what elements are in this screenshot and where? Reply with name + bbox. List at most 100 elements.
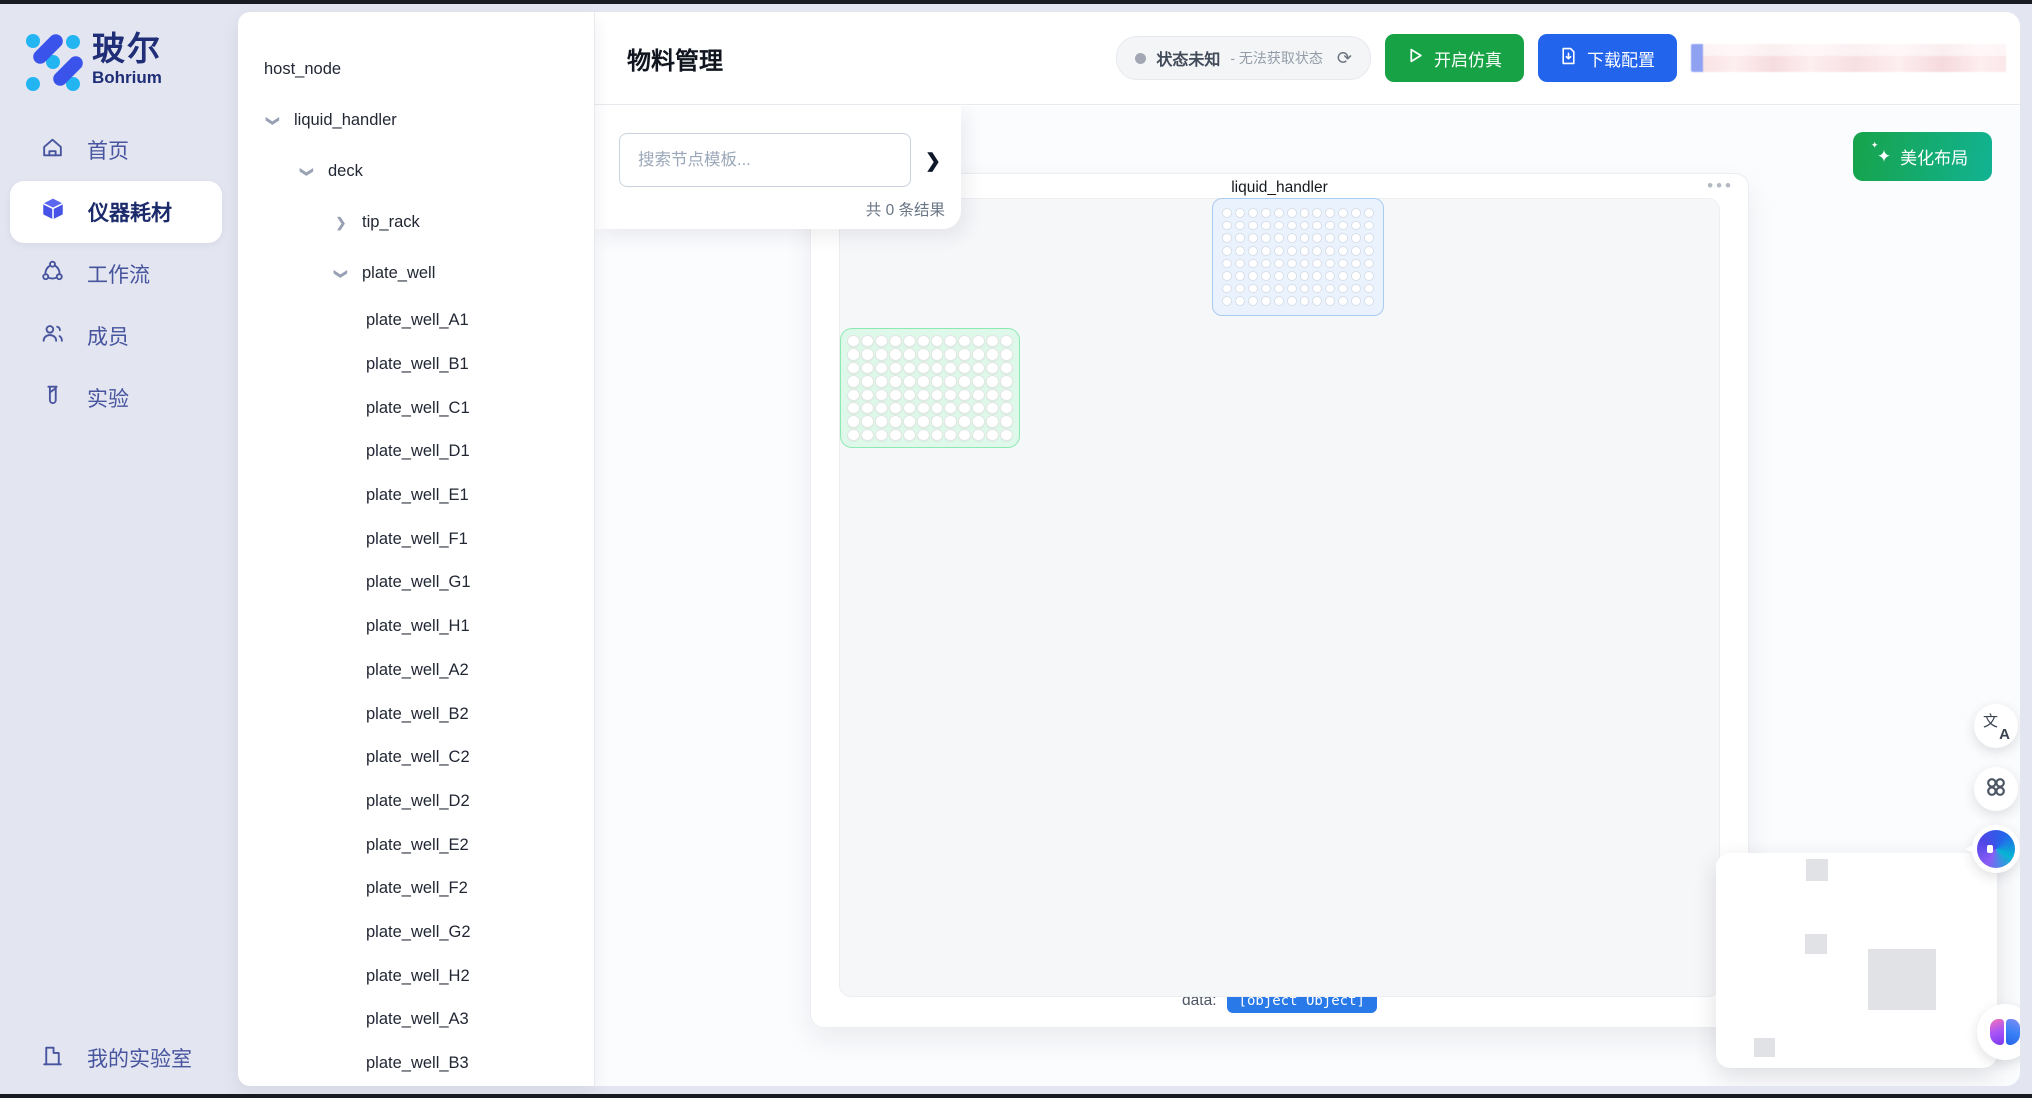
well-plate[interactable] bbox=[840, 328, 1020, 448]
robot-face-icon bbox=[1977, 830, 2015, 868]
tree-item[interactable]: plate_well_A1 bbox=[238, 299, 594, 343]
members-icon bbox=[40, 321, 65, 352]
tree-item[interactable]: host_node bbox=[238, 44, 594, 95]
tree-item[interactable]: plate_well_F2 bbox=[238, 867, 594, 911]
tree-item[interactable]: plate_well_C1 bbox=[238, 386, 594, 430]
minimap-node bbox=[1806, 859, 1828, 881]
tree-item-label: plate_well_H1 bbox=[366, 617, 470, 636]
tree-item[interactable]: plate_well_F1 bbox=[238, 517, 594, 561]
apps-grid-button[interactable] bbox=[1974, 767, 2018, 811]
apps-grid-icon bbox=[1983, 774, 2009, 805]
status-dot-icon bbox=[1135, 53, 1146, 64]
tree-item[interactable]: plate_well_C2 bbox=[238, 736, 594, 780]
sidebar-item-members[interactable]: 成员 bbox=[10, 305, 222, 367]
tree-item[interactable]: plate_well_D2 bbox=[238, 780, 594, 824]
tree-item-label: plate_well_C2 bbox=[366, 748, 470, 767]
tree-item[interactable]: plate_well_B2 bbox=[238, 692, 594, 736]
beautify-layout-button[interactable]: ✦ 美化布局 bbox=[1853, 132, 1992, 181]
tree-item[interactable]: ❯ deck bbox=[238, 146, 594, 197]
tree-chevron-icon[interactable]: ❯ bbox=[265, 110, 281, 132]
translate-icon: 文 A bbox=[1983, 713, 2009, 739]
tree-item[interactable]: plate_well_A2 bbox=[238, 649, 594, 693]
workflow-icon bbox=[40, 259, 65, 290]
tree-item[interactable]: plate_well_E2 bbox=[238, 823, 594, 867]
search-result-count: 共 0 条结果 bbox=[866, 198, 945, 220]
tree-item-label: host_node bbox=[264, 60, 341, 79]
tree-item-label: plate_well_A3 bbox=[366, 1010, 469, 1029]
sidebar-item-my-lab[interactable]: 我的实验室 bbox=[10, 1034, 222, 1082]
start-simulation-button[interactable]: 开启仿真 bbox=[1385, 34, 1524, 82]
translate-button[interactable]: 文 A bbox=[1974, 704, 2018, 748]
page-title: 物料管理 bbox=[627, 41, 723, 76]
tree-item[interactable]: plate_well_H1 bbox=[238, 605, 594, 649]
refresh-icon[interactable]: ⟳ bbox=[1337, 48, 1352, 69]
brand-name-cn: 玻尔 bbox=[92, 32, 162, 65]
tip-rack-plate[interactable] bbox=[1212, 198, 1384, 316]
tree-item[interactable]: ❯ liquid_handler bbox=[238, 95, 594, 146]
tree-chevron-icon[interactable]: ❯ bbox=[333, 263, 349, 285]
main-panel: 物料管理 状态未知 - 无法获取状态 ⟳ 开启仿真 下载配置 ❯ 共 0 条结果 bbox=[595, 12, 2020, 1086]
page-header: 物料管理 状态未知 - 无法获取状态 ⟳ 开启仿真 下载配置 bbox=[595, 12, 2020, 105]
node-menu-dots-icon[interactable]: ••• bbox=[1707, 176, 1734, 196]
collapse-panel-arrow-icon[interactable]: ❯ bbox=[925, 150, 941, 173]
tree-item-label: plate_well_H2 bbox=[366, 967, 470, 986]
tree-item[interactable]: plate_well_G1 bbox=[238, 561, 594, 605]
beautify-layout-label: 美化布局 bbox=[1900, 144, 1968, 169]
sidebar-item-label: 仪器耗材 bbox=[88, 197, 172, 227]
minimap[interactable] bbox=[1716, 853, 1997, 1068]
tree-item-label: plate_well_E2 bbox=[366, 836, 469, 855]
tree-item[interactable]: plate_well_E1 bbox=[238, 474, 594, 518]
tree-item[interactable]: ❯ tip_rack bbox=[238, 197, 594, 248]
tree-item-label: plate_well bbox=[362, 264, 435, 283]
tree-item[interactable]: plate_well_G2 bbox=[238, 911, 594, 955]
tree-item[interactable]: ❯ plate_well bbox=[238, 248, 594, 299]
tree-item-label: liquid_handler bbox=[294, 111, 397, 130]
ai-assistant-button[interactable] bbox=[1972, 825, 2020, 873]
sidebar-item-home[interactable]: 首页 bbox=[10, 119, 222, 181]
tree-chevron-icon[interactable]: ❯ bbox=[299, 161, 315, 183]
cube-icon bbox=[40, 196, 66, 228]
tree-item-label: tip_rack bbox=[362, 213, 420, 232]
status-badge[interactable]: 状态未知 - 无法获取状态 ⟳ bbox=[1116, 36, 1371, 80]
minimap-node bbox=[1868, 949, 1936, 1010]
template-search-panel: ❯ 共 0 条结果 bbox=[595, 106, 961, 229]
sidebar-bottom: 我的实验室 bbox=[10, 1034, 222, 1082]
brand-logo[interactable]: 玻尔 Bohrium bbox=[22, 24, 222, 94]
test-tube-icon bbox=[40, 383, 65, 414]
start-simulation-label: 开启仿真 bbox=[1434, 46, 1502, 71]
download-config-button[interactable]: 下载配置 bbox=[1538, 34, 1677, 82]
tree-item[interactable]: plate_well_D1 bbox=[238, 430, 594, 474]
tree-item[interactable]: plate_well_H2 bbox=[238, 954, 594, 998]
tree-item[interactable]: plate_well_B1 bbox=[238, 343, 594, 387]
sidebar-item-instruments[interactable]: 仪器耗材 bbox=[10, 181, 222, 243]
minimap-node bbox=[1805, 934, 1827, 954]
sidebar-item-label: 首页 bbox=[87, 135, 129, 165]
node-deck-area[interactable] bbox=[839, 198, 1720, 997]
sidebar-item-workflow[interactable]: 工作流 bbox=[10, 243, 222, 305]
sidebar-item-label: 实验 bbox=[87, 383, 129, 413]
bohrium-logo-icon bbox=[22, 28, 82, 90]
window-bottom-edge bbox=[0, 1094, 2032, 1098]
download-config-label: 下载配置 bbox=[1587, 46, 1655, 71]
tree-item-label: plate_well_A1 bbox=[366, 311, 469, 330]
tree-item[interactable]: plate_well_B3 bbox=[238, 1042, 594, 1086]
tree-item-label: plate_well_A2 bbox=[366, 661, 469, 680]
minimap-node bbox=[1754, 1038, 1775, 1057]
brain-icon bbox=[1990, 1019, 2020, 1045]
tree-item-label: plate_well_F1 bbox=[366, 530, 468, 549]
tree-item[interactable]: plate_well_A3 bbox=[238, 998, 594, 1042]
sidebar-nav: 首页 仪器耗材 工作流 成员 实验 bbox=[10, 119, 222, 429]
tree-item-label: plate_well_E1 bbox=[366, 486, 469, 505]
sidebar: 玻尔 Bohrium 首页 仪器耗材 工作流 成员 bbox=[0, 4, 232, 1098]
tree-item-label: deck bbox=[328, 162, 363, 181]
play-icon bbox=[1407, 47, 1424, 69]
tree-item-label: plate_well_G1 bbox=[366, 573, 471, 592]
search-input[interactable] bbox=[619, 133, 911, 187]
layout-canvas[interactable]: ❯ 共 0 条结果 liquid_handler ••• data: [obje… bbox=[595, 106, 2020, 1086]
tree-item-label: plate_well_B1 bbox=[366, 355, 469, 374]
node-tree-panel: host_node ❯ liquid_handler ❯ deck ❯ tip_… bbox=[238, 12, 595, 1086]
sidebar-item-experiments[interactable]: 实验 bbox=[10, 367, 222, 429]
tree-chevron-icon[interactable]: ❯ bbox=[330, 215, 352, 231]
window-top-edge bbox=[0, 0, 2032, 4]
lab-building-icon bbox=[40, 1043, 65, 1074]
